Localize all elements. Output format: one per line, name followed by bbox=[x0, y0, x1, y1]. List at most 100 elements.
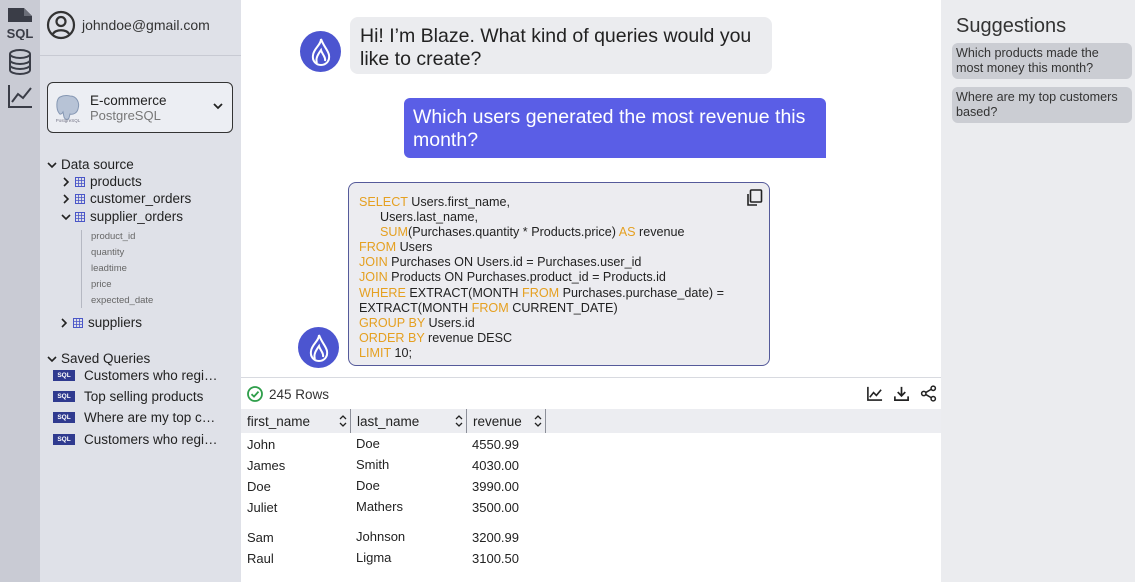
sql-code-block[interactable]: SELECT Users.first_name, Users.last_name… bbox=[348, 182, 770, 366]
copy-icon[interactable] bbox=[745, 189, 763, 207]
saved-query-label: Top selling products bbox=[84, 389, 204, 404]
analytics-chart-icon[interactable] bbox=[4, 80, 36, 112]
account-info[interactable]: johndoe@gmail.com bbox=[46, 10, 210, 40]
database-icon[interactable] bbox=[4, 46, 36, 78]
saved-query-label: Customers who registered bbox=[84, 432, 220, 447]
table-icon bbox=[75, 176, 85, 187]
table-name: suppliers bbox=[88, 315, 143, 330]
data-source-header[interactable]: Data source bbox=[45, 157, 134, 172]
cell-revenue: 4030.00 bbox=[472, 458, 519, 473]
bot-message: Hi! I’m Blaze. What kind of queries woul… bbox=[350, 17, 772, 74]
cell-last-name: Doe bbox=[356, 478, 380, 493]
code-line: Users.last_name, bbox=[359, 210, 478, 225]
chevron-down-icon bbox=[45, 160, 59, 170]
code-line: WHERE EXTRACT(MONTH FROM Purchases.purch… bbox=[359, 285, 724, 300]
cell-first-name: Raul bbox=[247, 551, 274, 566]
sql-badge-icon: SQL bbox=[53, 412, 75, 423]
column-item[interactable]: product_id bbox=[91, 231, 135, 242]
table-icon bbox=[75, 211, 85, 222]
data-source-title: Data source bbox=[61, 157, 134, 172]
table-item-customer-orders[interactable]: customer_orders bbox=[59, 191, 191, 206]
sql-icon-label: SQL bbox=[7, 26, 34, 40]
cell-revenue: 3200.99 bbox=[472, 530, 519, 545]
chevron-down-icon bbox=[213, 103, 223, 110]
chart-icon[interactable] bbox=[866, 385, 883, 402]
code-line: GROUP BY Users.id bbox=[359, 315, 475, 330]
code-line: ORDER BY revenue DESC bbox=[359, 330, 513, 345]
saved-query-item[interactable]: SQL Where are my top customers bbox=[53, 410, 220, 425]
download-icon[interactable] bbox=[893, 385, 910, 402]
saved-query-item[interactable]: SQL Customers who registered bbox=[53, 432, 220, 447]
suggestion-chip[interactable]: Where are my top customers based? bbox=[952, 87, 1132, 123]
cell-first-name: Sam bbox=[247, 530, 274, 545]
code-line: JOIN Purchases ON Users.id = Purchases.u… bbox=[359, 255, 642, 270]
chevron-down-icon bbox=[45, 354, 59, 364]
column-header-first-name[interactable]: first_name bbox=[241, 409, 351, 433]
sort-icon bbox=[455, 415, 463, 427]
column-header-revenue[interactable]: revenue bbox=[467, 409, 546, 433]
row-count-status: 245 Rows bbox=[247, 386, 329, 402]
sql-editor-icon[interactable]: SQL bbox=[4, 6, 36, 40]
cell-revenue: 3500.00 bbox=[472, 500, 519, 515]
table-name: products bbox=[90, 174, 142, 189]
column-item[interactable]: quantity bbox=[91, 247, 124, 258]
saved-queries-title: Saved Queries bbox=[61, 351, 151, 366]
code-line: SELECT Users.first_name, bbox=[359, 195, 510, 209]
postgresql-logo-text: PostgreSQL bbox=[56, 118, 81, 123]
saved-query-item[interactable]: SQL Customers who registered bbox=[53, 368, 220, 383]
column-header-last-name[interactable]: last_name bbox=[351, 409, 467, 433]
database-name: E-commerce bbox=[90, 92, 167, 108]
share-icon[interactable] bbox=[920, 385, 937, 402]
chat-panel: Hi! I’m Blaze. What kind of queries woul… bbox=[241, 0, 941, 377]
column-item[interactable]: price bbox=[91, 279, 112, 290]
code-line: FROM Users bbox=[359, 240, 433, 255]
postgresql-logo-icon: PostgreSQL bbox=[56, 94, 81, 123]
table-item-products[interactable]: products bbox=[59, 174, 142, 189]
chevron-right-icon bbox=[59, 176, 73, 187]
chevron-right-icon bbox=[57, 317, 71, 328]
table-name: customer_orders bbox=[90, 191, 192, 206]
results-panel: 245 Rows first_name last_name revenue Jo… bbox=[241, 377, 941, 582]
sidebar: johndoe@gmail.com PostgreSQL E-commerce … bbox=[40, 0, 241, 582]
divider bbox=[40, 55, 241, 56]
cell-last-name: Mathers bbox=[356, 499, 403, 514]
cell-first-name: Juliet bbox=[247, 500, 278, 515]
saved-query-item[interactable]: SQL Top selling products bbox=[53, 389, 220, 404]
table-icon bbox=[75, 193, 85, 204]
code-line: JOIN Products ON Purchases.product_id = … bbox=[359, 270, 666, 285]
table-item-suppliers[interactable]: suppliers bbox=[57, 315, 142, 330]
cell-first-name: James bbox=[247, 458, 286, 473]
sql-code-text: SELECT Users.first_name, Users.last_name… bbox=[359, 195, 759, 361]
saved-query-label: Where are my top customers bbox=[84, 410, 220, 425]
flame-icon bbox=[311, 38, 330, 66]
table-item-supplier-orders[interactable]: supplier_orders bbox=[59, 209, 183, 224]
table-name: supplier_orders bbox=[90, 209, 184, 224]
column-header-label: revenue bbox=[473, 413, 522, 429]
sort-icon bbox=[534, 415, 542, 427]
code-line: LIMIT 10; bbox=[359, 345, 412, 360]
cell-first-name: John bbox=[247, 437, 276, 452]
database-type: PostgreSQL bbox=[90, 107, 161, 123]
suggestions-title: Suggestions bbox=[956, 15, 1067, 37]
sql-badge-icon: SQL bbox=[53, 391, 75, 402]
suggestion-chip[interactable]: Which products made the most money this … bbox=[952, 43, 1132, 79]
blaze-avatar bbox=[300, 31, 341, 72]
blaze-avatar bbox=[298, 327, 339, 368]
user-message: Which users generated the most revenue t… bbox=[404, 98, 826, 158]
database-selector[interactable]: PostgreSQL E-commerce PostgreSQL bbox=[47, 82, 233, 133]
column-header-label: first_name bbox=[247, 413, 311, 429]
flame-icon bbox=[309, 334, 328, 362]
chevron-down-icon bbox=[59, 212, 73, 222]
saved-queries-header[interactable]: Saved Queries bbox=[45, 351, 150, 366]
code-line: SUM(Purchases.quantity * Products.price)… bbox=[380, 225, 685, 240]
chevron-right-icon bbox=[59, 193, 73, 204]
icon-rail: SQL bbox=[0, 0, 40, 582]
cell-revenue: 3100.50 bbox=[472, 551, 519, 566]
cell-last-name: Doe bbox=[356, 436, 380, 451]
user-avatar-icon bbox=[46, 10, 76, 40]
account-email: johndoe@gmail.com bbox=[82, 17, 210, 33]
sql-badge-icon: SQL bbox=[53, 370, 75, 381]
table-icon bbox=[73, 317, 83, 328]
column-item[interactable]: leadtime bbox=[91, 263, 127, 274]
column-item[interactable]: expected_date bbox=[91, 295, 153, 306]
